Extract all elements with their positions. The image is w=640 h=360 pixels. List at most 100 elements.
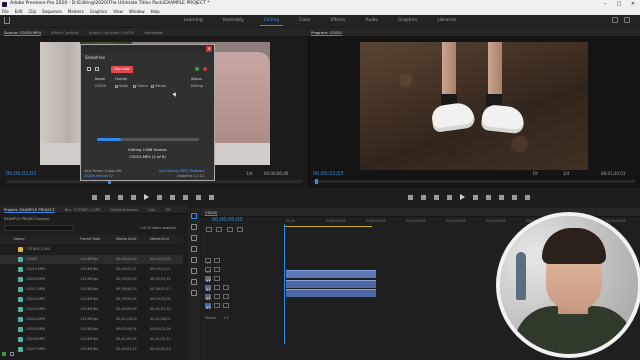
list-item[interactable]: C0026.MP4 119.88 fps 00;41;09;24 00;41;12;1… — [0, 335, 183, 344]
project-search-input[interactable] — [4, 225, 74, 231]
footer-links[interactable]: User Manual (PDF) Feedback — [159, 169, 205, 173]
menu-sequence[interactable]: Sequence — [42, 8, 62, 15]
export-frame-icon[interactable] — [209, 194, 214, 200]
program-play-button[interactable] — [460, 194, 465, 200]
track-label-v1[interactable]: V1 — [205, 275, 211, 283]
menu-clip[interactable]: Clip — [28, 8, 36, 15]
list-view-icon[interactable] — [2, 352, 6, 356]
overwrite-icon[interactable] — [196, 194, 201, 200]
audio-clip-a2[interactable] — [286, 289, 376, 297]
menu-file[interactable]: File — [2, 8, 9, 15]
list-item[interactable]: C0025.MP4 119.88 fps 00;43;09;04 00;43;12;1… — [0, 325, 183, 334]
menu-markers[interactable]: Markers — [68, 8, 84, 15]
workspace-graphics[interactable]: Graphics — [388, 15, 427, 27]
menu-edit[interactable]: Edit — [15, 8, 23, 15]
step-forward-icon[interactable] — [157, 194, 162, 200]
master-value[interactable]: 0.0 — [224, 316, 229, 320]
prg-export-frame-icon[interactable] — [525, 194, 530, 200]
source-zoom[interactable]: 1/4 — [246, 169, 252, 179]
col-header-frame-rate[interactable]: Frame Rate — [80, 235, 101, 244]
dialog-close-button[interactable]: ✕ — [206, 46, 212, 52]
audio-clip-a1[interactable] — [286, 280, 376, 288]
toggle-output-icon[interactable] — [214, 275, 220, 281]
timeline-settings-icon[interactable] — [236, 226, 243, 232]
program-timecode[interactable]: 00;00;02;03 — [313, 171, 344, 177]
tab-source[interactable]: Source: C0020.MP4 — [4, 28, 41, 36]
list-item[interactable]: C0024.MP4 119.88 fps 00;41;14;03 00;41;18;0… — [0, 315, 183, 324]
prg-step-forward-icon[interactable] — [473, 194, 478, 200]
workspace-libraries[interactable]: Libraries — [427, 15, 466, 27]
col-header-media-end[interactable]: Media End — [150, 235, 169, 244]
workspace-audio[interactable]: Audio — [356, 15, 388, 27]
track-label-a3[interactable]: A3 — [205, 302, 211, 310]
close-window-button[interactable]: ✕ — [626, 0, 640, 8]
menu-view[interactable]: View — [113, 8, 123, 15]
toggle-output-icon[interactable] — [214, 266, 220, 272]
mark-out-icon[interactable] — [105, 194, 110, 200]
tab-effect-controls[interactable]: Effect Controls — [51, 28, 79, 36]
menu-help[interactable]: Help — [151, 8, 160, 15]
workspace-assembly[interactable]: Assembly — [213, 15, 254, 27]
go-to-in-icon[interactable] — [118, 194, 123, 200]
remove-icon[interactable] — [95, 67, 99, 71]
timeline-timecode[interactable]: 00;00;00;00 — [212, 217, 243, 223]
go-to-out-icon[interactable] — [170, 194, 175, 200]
insert-icon[interactable] — [183, 194, 188, 200]
lift-icon[interactable] — [499, 194, 504, 200]
step-back-icon[interactable] — [131, 194, 136, 200]
workspace-color[interactable]: Color — [289, 15, 320, 27]
track-label-v2[interactable]: V2 — [205, 266, 211, 274]
list-item[interactable]: C0023.MP4 119.88 fps 00;40;00;00 00;40;57;1… — [0, 305, 183, 314]
source-play-button[interactable] — [144, 194, 149, 200]
program-zoom[interactable]: 1/4 — [563, 169, 569, 179]
mute-icon[interactable] — [214, 293, 220, 299]
export-icon[interactable] — [612, 17, 618, 23]
solo-icon[interactable] — [223, 284, 229, 290]
list-item[interactable]: C0022.MP4 119.88 fps 00;29;50;05 00;29;55;0… — [0, 295, 183, 304]
mark-in-icon[interactable] — [92, 194, 97, 200]
mute-icon[interactable] — [214, 302, 220, 308]
tab-sequence[interactable]: C0020 — [205, 208, 217, 216]
track-label-a1[interactable]: A1 — [205, 284, 211, 292]
prg-mark-in-icon[interactable] — [408, 194, 413, 200]
type-tool-icon[interactable] — [191, 290, 197, 296]
workspace-learning[interactable]: Learning — [174, 15, 213, 27]
source-timecode[interactable]: 00;00;02;01 — [6, 171, 37, 177]
list-item[interactable]: TOTNES CLIPS — [0, 245, 183, 254]
list-item[interactable]: C0021.MP4 119.88 fps 00;36;44;25 00;36;47;1… — [0, 285, 183, 294]
track-select-tool-icon[interactable] — [191, 224, 197, 230]
program-video-frame[interactable] — [360, 42, 588, 170]
home-icon[interactable] — [4, 17, 10, 24]
track-label-a2[interactable]: A2 — [205, 293, 211, 301]
option-rotate[interactable]: Rotate — [151, 84, 166, 88]
solo-icon[interactable] — [223, 293, 229, 299]
menu-graphics[interactable]: Graphics — [90, 8, 108, 15]
option-frame[interactable]: Frame — [133, 84, 148, 88]
program-fit[interactable]: Fit — [533, 169, 538, 179]
pen-tool-icon[interactable] — [191, 268, 197, 274]
maximize-button[interactable]: □ — [612, 0, 626, 8]
footer-version[interactable]: 2020/9 Version v2 — [84, 174, 113, 178]
add-icon[interactable] — [87, 67, 91, 71]
prg-step-back-icon[interactable] — [447, 194, 452, 200]
mute-icon[interactable] — [214, 284, 220, 290]
minimize-button[interactable]: – — [598, 0, 612, 8]
list-item[interactable]: C0020 119.88 fps 00;00;00;00 00;14;21;02 — [0, 255, 183, 264]
icon-view-icon[interactable] — [10, 352, 14, 356]
option-scale[interactable]: Scale — [115, 84, 128, 88]
tab-media-browser[interactable]: Media Browser — [110, 205, 138, 213]
linked-selection-icon[interactable] — [216, 226, 223, 232]
tab-metadata[interactable]: Metadata — [144, 28, 162, 36]
prg-go-to-out-icon[interactable] — [486, 194, 491, 200]
tab-info[interactable]: Info — [148, 205, 155, 213]
tab-effects[interactable]: Eff — [166, 205, 171, 213]
track-label-v3[interactable]: V3 — [205, 257, 211, 265]
dialog-tab[interactable]: Shakefree — [85, 55, 105, 60]
prg-mark-out-icon[interactable] — [421, 194, 426, 200]
video-clip[interactable] — [286, 270, 376, 278]
slip-tool-icon[interactable] — [191, 257, 197, 263]
list-item[interactable]: C0019.MP4 119.88 fps 00;29;02;07 00;29;12;2… — [0, 265, 183, 274]
workspace-effects[interactable]: Effects — [321, 15, 356, 27]
tab-audio-clip-mixer[interactable]: Audio Clip Mixer: C0020 — [89, 28, 134, 36]
dialog-titlebar[interactable] — [81, 45, 214, 53]
